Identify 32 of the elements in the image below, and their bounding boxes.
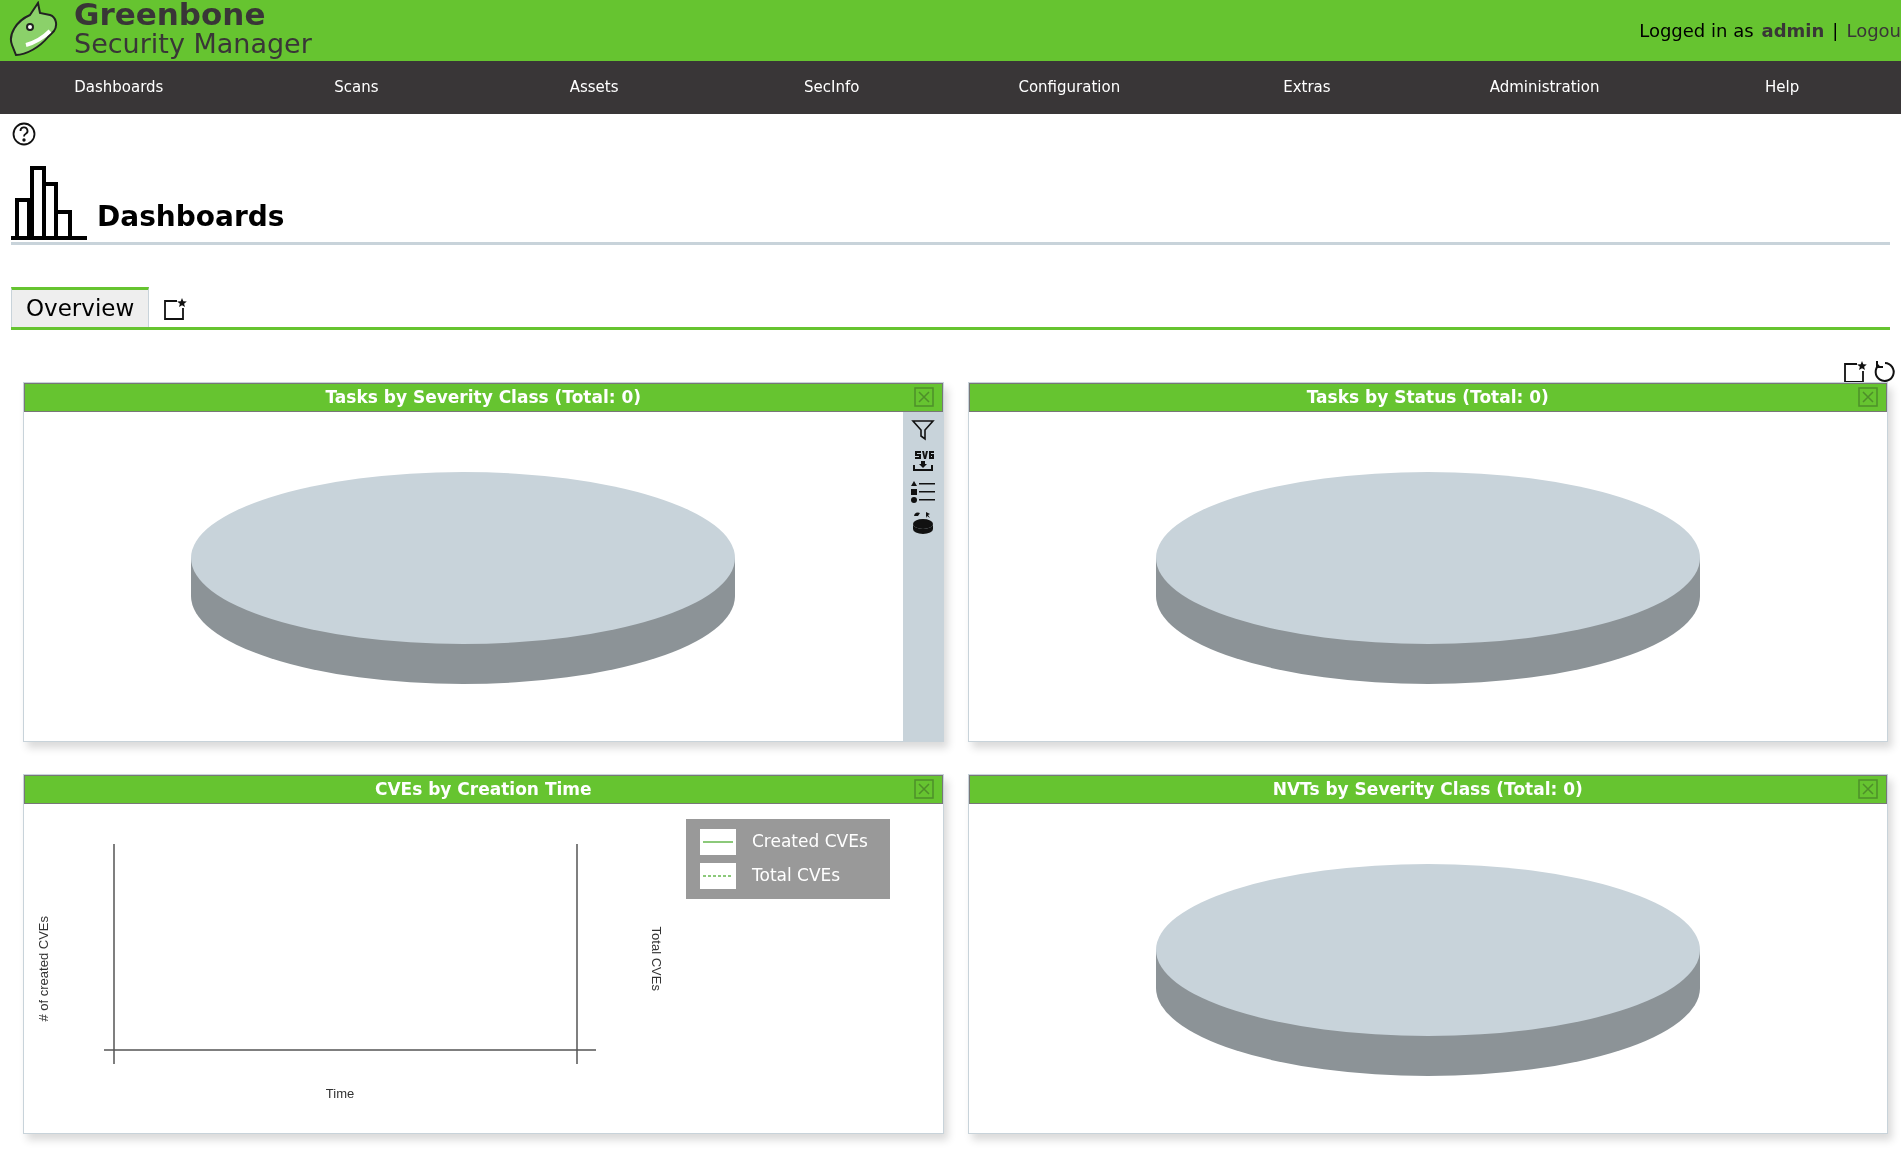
panel-title: CVEs by Creation Time bbox=[374, 777, 592, 801]
legend-label: Total CVEs bbox=[752, 864, 841, 888]
x-axis-label: Time bbox=[325, 1085, 355, 1103]
help-icon[interactable] bbox=[12, 122, 36, 146]
separator: | bbox=[1832, 19, 1839, 43]
page-title: Dashboards bbox=[97, 199, 285, 235]
nav-item[interactable]: Configuration bbox=[1018, 76, 1121, 99]
legend-label: Created CVEs bbox=[752, 830, 868, 854]
tab[interactable]: Overview bbox=[11, 287, 150, 327]
nav-item[interactable]: Help bbox=[1765, 76, 1800, 99]
nav-item[interactable]: Assets bbox=[569, 76, 619, 99]
y2-axis-label: Total CVEs bbox=[647, 926, 665, 991]
logout-link[interactable]: Logou bbox=[1846, 17, 1901, 44]
legend-icon[interactable] bbox=[909, 480, 936, 504]
nav-item[interactable]: Administration bbox=[1489, 76, 1600, 99]
nav-item[interactable]: Dashboards bbox=[74, 76, 164, 99]
user-name: admin bbox=[1761, 19, 1825, 43]
panel-title: NVTs by Severity Class (Total: 0) bbox=[1272, 777, 1583, 801]
nav-item[interactable]: Extras bbox=[1283, 76, 1331, 99]
add-panel-icon[interactable] bbox=[1843, 360, 1867, 384]
panel-title: Tasks by Severity Class (Total: 0) bbox=[325, 385, 642, 409]
logged-in-label: Logged in as bbox=[1639, 19, 1754, 43]
nav-item[interactable]: Scans bbox=[334, 76, 379, 99]
new-tab-icon[interactable] bbox=[163, 296, 188, 321]
nav-item[interactable]: SecInfo bbox=[804, 76, 860, 99]
brand-name: Greenbone bbox=[74, 0, 267, 30]
bar-chart-icon bbox=[11, 164, 87, 240]
panel-title: Tasks by Status (Total: 0) bbox=[1306, 385, 1549, 409]
filter-icon[interactable] bbox=[910, 418, 935, 442]
y-axis-label: # of created CVEs bbox=[35, 915, 53, 1022]
reset-icon[interactable] bbox=[1873, 360, 1897, 384]
brand-subtitle: Security Manager bbox=[74, 29, 312, 57]
